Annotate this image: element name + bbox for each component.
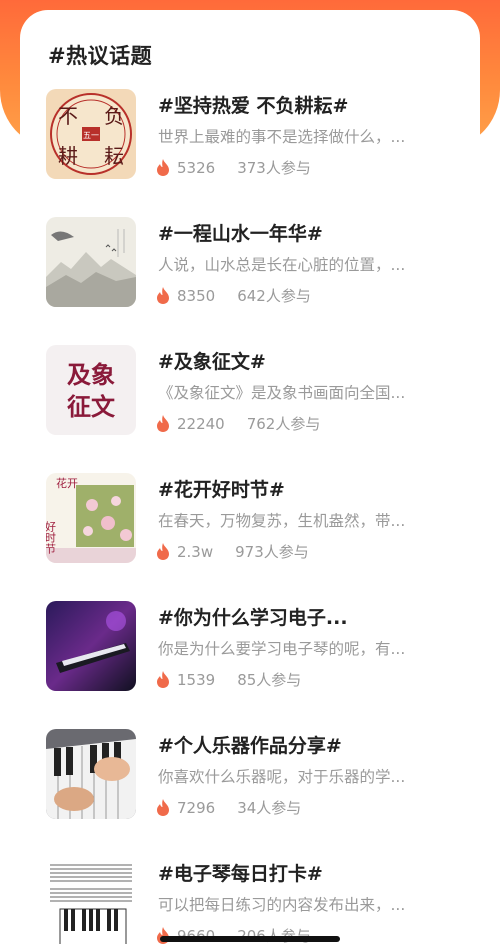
participant-count: 642人参与 bbox=[237, 287, 311, 305]
svg-text:好时节: 好时节 bbox=[46, 520, 57, 554]
topic-description: 人说，山水总是长在心脏的位置，... bbox=[158, 256, 406, 274]
topic-item-5[interactable]: #个人乐器作品分享# 你喜欢什么乐器呢，对于乐器的学... 7296 34人参与 bbox=[46, 729, 466, 821]
heat-count: 1539 bbox=[177, 670, 216, 689]
topic-item-1[interactable]: #一程山水一年华# 人说，山水总是长在心脏的位置，... 8350 642人参与 bbox=[46, 217, 466, 309]
topic-description: 你喜欢什么乐器呢，对于乐器的学... bbox=[158, 768, 406, 786]
topic-stats: 1539 85人参与 bbox=[156, 669, 301, 690]
hot-topics-card: #热议话题 不 负 五一 耕 耘 #坚持热爱 不负耕耘# 世界上最难的事不是选择… bbox=[20, 10, 480, 944]
flame-icon bbox=[157, 799, 169, 816]
flame-icon bbox=[157, 159, 169, 176]
svg-text:征文: 征文 bbox=[67, 392, 116, 421]
topic-item-0[interactable]: 不 负 五一 耕 耘 #坚持热爱 不负耕耘# 世界上最难的事不是选择做什么，..… bbox=[46, 89, 466, 181]
topic-thumbnail-3: 花开 好时节 bbox=[46, 473, 136, 563]
page: #热议话题 不 负 五一 耕 耘 #坚持热爱 不负耕耘# 世界上最难的事不是选择… bbox=[0, 0, 500, 944]
svg-text:五一: 五一 bbox=[83, 131, 99, 140]
topic-item-2[interactable]: 及象 征文 #及象征文# 《及象征文》是及象书画面向全国... 22240 76… bbox=[46, 345, 466, 437]
heat-count: 7296 bbox=[177, 798, 216, 817]
topic-title: #坚持热爱 不负耕耘# bbox=[158, 95, 349, 117]
participant-count: 373人参与 bbox=[237, 159, 311, 177]
topic-thumbnail-2: 及象 征文 bbox=[46, 345, 136, 435]
topic-title: #你为什么学习电子... bbox=[158, 607, 348, 629]
topic-description: 《及象征文》是及象书画面向全国... bbox=[158, 384, 406, 402]
topic-title: #花开好时节# bbox=[158, 479, 285, 501]
svg-text:及象: 及象 bbox=[67, 360, 115, 389]
topic-description: 在春天，万物复苏，生机盎然，带... bbox=[158, 512, 406, 530]
topic-item-6[interactable]: #电子琴每日打卡# 可以把每日练习的内容发布出来，... 9660 206人参与 bbox=[46, 857, 466, 944]
topic-stats: 8350 642人参与 bbox=[156, 285, 311, 306]
topic-description: 世界上最难的事不是选择做什么，... bbox=[158, 128, 406, 146]
heat-count: 22240 bbox=[177, 414, 225, 433]
topic-stats: 5326 373人参与 bbox=[156, 157, 311, 178]
participant-count: 34人参与 bbox=[237, 799, 302, 817]
heat-count: 5326 bbox=[177, 158, 216, 177]
svg-text:耘: 耘 bbox=[104, 144, 124, 168]
flame-icon bbox=[157, 671, 169, 688]
heat-count: 8350 bbox=[177, 286, 216, 305]
section-title: #热议话题 bbox=[48, 44, 153, 68]
topic-title: #电子琴每日打卡# bbox=[158, 863, 323, 885]
svg-text:耕: 耕 bbox=[58, 144, 78, 168]
topic-title: #个人乐器作品分享# bbox=[158, 735, 342, 757]
flame-icon bbox=[157, 415, 169, 432]
topic-thumbnail-1 bbox=[46, 217, 136, 307]
topic-title: #一程山水一年华# bbox=[158, 223, 323, 245]
flame-icon bbox=[157, 543, 169, 560]
topic-stats: 7296 34人参与 bbox=[156, 797, 301, 818]
svg-text:负: 负 bbox=[104, 104, 124, 128]
topic-description: 可以把每日练习的内容发布出来，... bbox=[158, 896, 406, 914]
topic-thumbnail-4 bbox=[46, 601, 136, 691]
topic-thumbnail-0: 不 负 五一 耕 耘 bbox=[46, 89, 136, 179]
topic-description: 你是为什么要学习电子琴的呢，有... bbox=[158, 640, 406, 658]
topic-stats: 2.3w 973人参与 bbox=[156, 541, 309, 562]
topic-item-4[interactable]: #你为什么学习电子... 你是为什么要学习电子琴的呢，有... 1539 85人… bbox=[46, 601, 466, 693]
home-indicator[interactable] bbox=[160, 936, 340, 942]
participant-count: 973人参与 bbox=[235, 543, 309, 561]
heat-count: 2.3w bbox=[177, 542, 214, 561]
participant-count: 85人参与 bbox=[237, 671, 302, 689]
svg-text:不: 不 bbox=[58, 104, 78, 128]
topic-item-3[interactable]: 花开 好时节 #花开好时节# 在春天，万物复苏，生机盎然，带... 2.3w 9… bbox=[46, 473, 466, 565]
topic-thumbnail-6 bbox=[46, 857, 136, 944]
topic-title: #及象征文# bbox=[158, 351, 266, 373]
flame-icon bbox=[157, 287, 169, 304]
participant-count: 762人参与 bbox=[246, 415, 321, 433]
topic-stats: 22240 762人参与 bbox=[156, 413, 320, 434]
topic-thumbnail-5 bbox=[46, 729, 136, 819]
svg-text:花开: 花开 bbox=[56, 477, 78, 490]
